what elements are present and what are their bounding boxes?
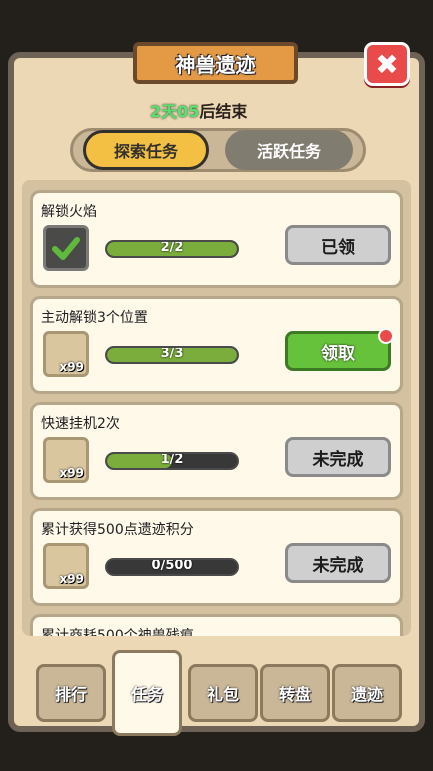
task-title: 主动解锁3个位置 [41, 310, 148, 326]
gem-chest-icon: x99 [43, 437, 89, 483]
bottom-tab-ranking[interactable]: 排行 [36, 664, 106, 722]
tab-explore-tasks[interactable]: 探索任务 [83, 130, 209, 170]
incomplete-button[interactable]: 未完成 [285, 543, 391, 583]
tab-label: 探索任务 [113, 142, 178, 161]
close-x-icon: ✖ [375, 47, 399, 81]
checkmark-icon [52, 237, 80, 260]
bottom-tab-label: 任务 [130, 685, 163, 704]
progress-text: 1/2 [160, 452, 184, 467]
button-label: 领取 [321, 343, 355, 364]
button-label: 已领 [321, 237, 355, 258]
progress-bar: 0/500 [105, 558, 239, 576]
bottom-tab-label: 排行 [54, 685, 87, 704]
claim-button[interactable]: 领取 [285, 328, 394, 371]
bottom-tab-relics[interactable]: 遗迹 [332, 664, 402, 722]
item-quantity: x99 [59, 572, 84, 586]
task-title: 解锁火焰 [41, 204, 97, 220]
item-quantity: x99 [59, 466, 84, 480]
progress-bar: 1/2 [105, 452, 239, 470]
progress-text: 0/500 [151, 558, 193, 573]
button-label: 未完成 [312, 449, 364, 470]
bottom-tab-label: 转盘 [278, 685, 311, 704]
task-icon [43, 225, 89, 271]
timer-tail: 束 [231, 102, 248, 121]
task-card: 主动解锁3个位置 x99 3/3 领取 [30, 296, 403, 394]
task-card: 解锁火焰 2/2 已领 [30, 190, 403, 288]
task-card: 累计商耗500个神兽残痕 [30, 614, 403, 636]
tab-label: 活跃任务 [256, 142, 321, 161]
task-card: 快速挂机2次 x99 1/2 未完成 [30, 402, 403, 500]
progress-bar: 3/3 [105, 346, 239, 364]
item-quantity: x99 [59, 360, 84, 374]
progress-text: 3/3 [160, 346, 184, 361]
progress-bar: 2/2 [105, 240, 239, 258]
incomplete-button[interactable]: 未完成 [285, 437, 391, 477]
bottom-tab-gift[interactable]: 礼包 [188, 664, 258, 722]
claimed-button[interactable]: 已领 [285, 225, 391, 265]
task-card: 累计获得500点遗迹积分 x99 0/500 未完成 [30, 508, 403, 606]
task-title: 累计商耗500个神兽残痕 [41, 628, 194, 636]
bottom-tab-wheel[interactable]: 转盘 [260, 664, 330, 722]
task-title: 快速挂机2次 [41, 416, 120, 432]
countdown-timer: 2天05后结束 [150, 98, 247, 122]
title-text: 神兽遗迹 [175, 52, 256, 77]
progress-text: 2/2 [160, 240, 184, 255]
timer-suffix: 后结 [199, 102, 232, 121]
timer-days: 2天05 [150, 102, 200, 121]
page-title: 神兽遗迹 [133, 42, 298, 84]
notification-dot [378, 328, 394, 344]
bottom-tab-label: 礼包 [206, 685, 239, 704]
gem-chest-icon: x99 [43, 543, 89, 589]
task-list[interactable]: 解锁火焰 2/2 已领 主动解锁3个位置 x99 3/3 领取 快速挂机2次 x… [22, 180, 411, 636]
gem-chest-icon: x99 [43, 331, 89, 377]
close-button[interactable]: ✖ [364, 42, 410, 86]
tab-active-tasks[interactable]: 活跃任务 [225, 130, 353, 170]
bottom-tab-tasks[interactable]: 任务 [112, 650, 182, 736]
task-title: 累计获得500点遗迹积分 [41, 522, 194, 538]
button-label: 未完成 [312, 555, 364, 576]
bottom-tab-label: 遗迹 [350, 685, 383, 704]
